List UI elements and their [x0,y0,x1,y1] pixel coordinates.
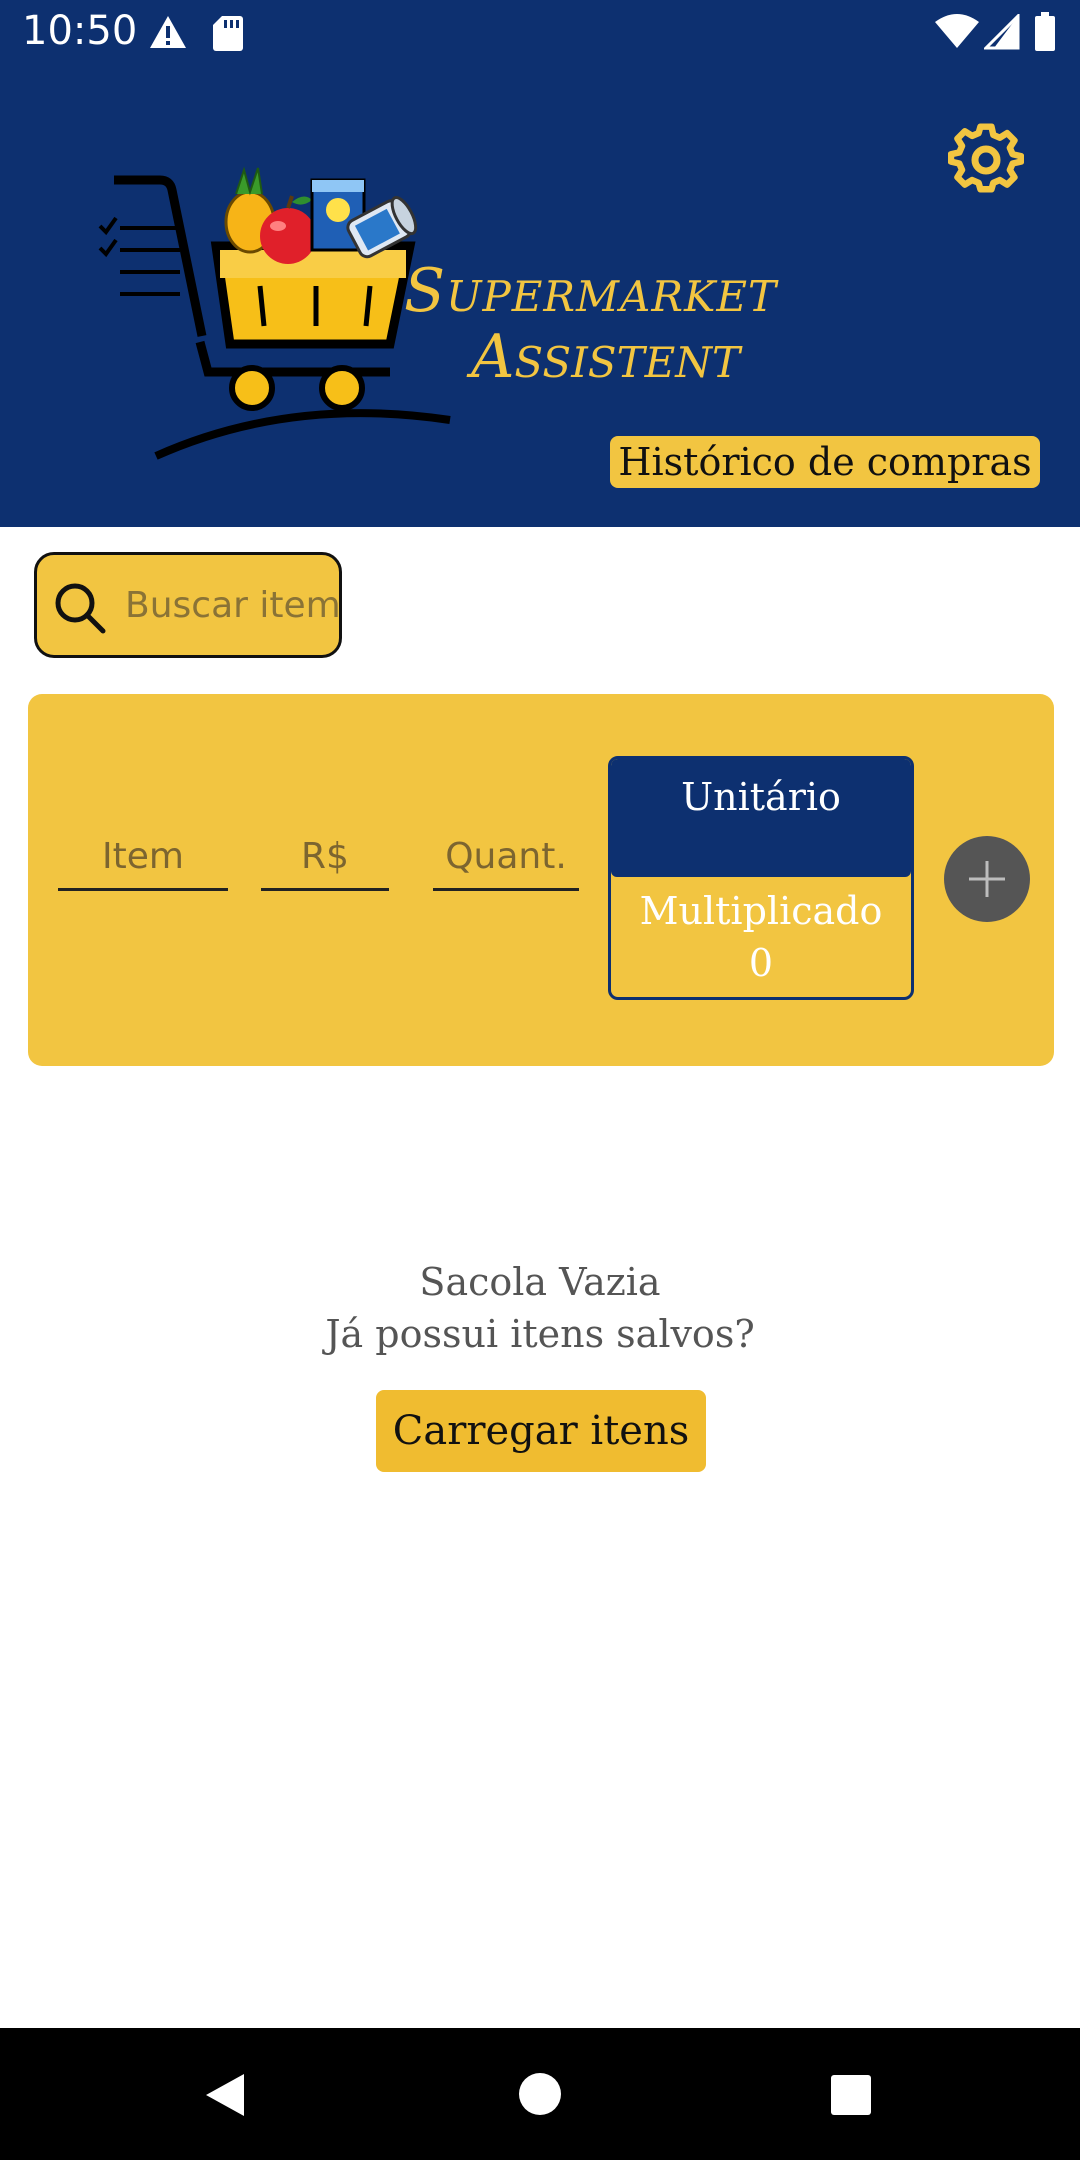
empty-bag-message: Sacola Vazia Já possui itens salvos? [0,1256,1080,1360]
empty-bag-title: Sacola Vazia [419,1260,661,1304]
gear-icon[interactable] [948,122,1024,198]
brand-line-2: Assistent [471,322,740,392]
multiplied-value: 0 [748,941,774,985]
search-input[interactable] [125,575,339,635]
home-icon[interactable] [518,2072,562,2116]
app-screen: 10:50 Supermarket Assistent Histórico de… [0,0,1080,2160]
status-bar: 10:50 [0,0,1080,66]
price-field[interactable]: R$ [261,826,389,891]
warning-icon [150,16,186,48]
back-icon[interactable] [204,2072,246,2118]
add-item-button[interactable] [944,836,1030,922]
search-box[interactable] [34,552,342,658]
brand-name: Supermarket Assistent [404,258,777,390]
brand-line-1: Supermarket [404,256,778,326]
item-name-field[interactable]: Item [58,826,228,891]
status-time: 10:50 [22,8,138,54]
unit-price-option[interactable]: Unitário [611,759,911,877]
signal-icon [984,14,1020,50]
wifi-icon [935,14,979,48]
purchase-history-button[interactable]: Histórico de compras [610,436,1040,488]
multiplied-label: Multiplicado [639,889,883,933]
recents-icon[interactable] [830,2074,872,2116]
battery-icon [1035,12,1055,51]
plus-icon [969,861,1005,897]
item-entry-panel: Item R$ Quant. Unitário Multiplicado 0 [28,694,1054,1066]
system-nav-bar [0,2028,1080,2160]
empty-bag-subtitle: Já possui itens salvos? [325,1312,755,1356]
app-header: Supermarket Assistent Histórico de compr… [0,66,1080,527]
load-items-button[interactable]: Carregar itens [376,1390,706,1472]
multiplied-price-option[interactable]: Multiplicado 0 [611,877,911,997]
search-icon [55,583,106,634]
quantity-field[interactable]: Quant. [433,826,579,891]
sd-card-icon [213,16,243,51]
price-mode-toggle: Unitário Multiplicado 0 [608,756,914,1000]
